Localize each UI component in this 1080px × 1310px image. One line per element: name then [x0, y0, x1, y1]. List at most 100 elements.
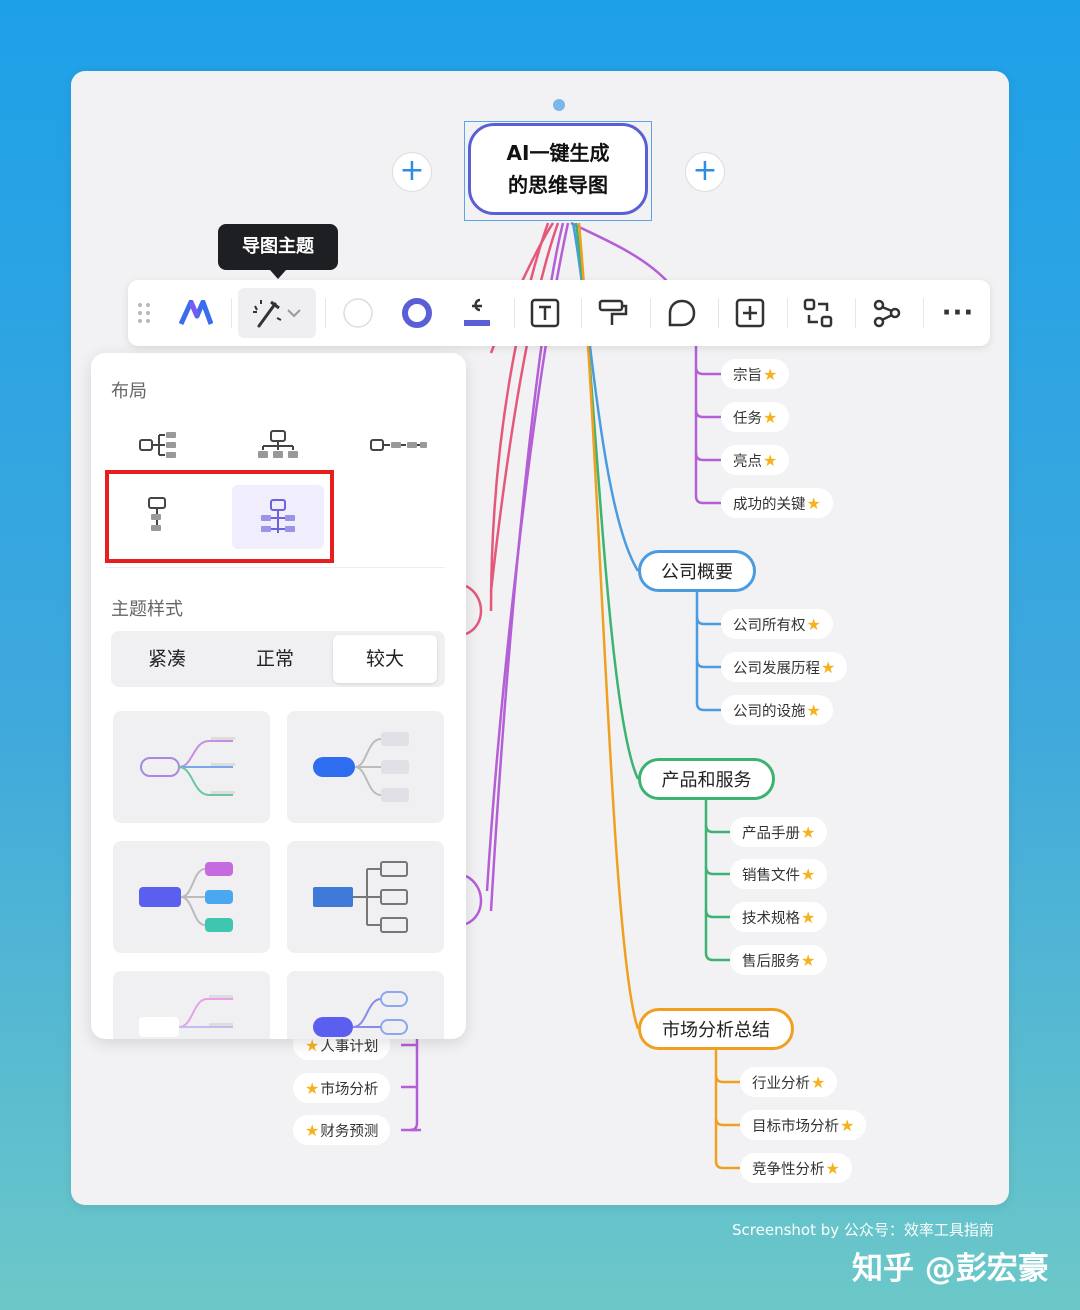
star-icon: ★	[763, 407, 778, 427]
highlight-box	[105, 470, 334, 563]
theme-button[interactable]	[238, 288, 316, 338]
line-style-icon	[464, 298, 490, 326]
ai-logo-icon[interactable]	[174, 280, 218, 346]
border-color-button[interactable]	[395, 280, 439, 346]
format-painter-button[interactable]	[591, 280, 635, 346]
rotate-handle[interactable]	[553, 99, 565, 111]
theme-thumb-1[interactable]	[113, 711, 270, 823]
layout-org-chart-icon[interactable]	[238, 423, 318, 467]
list-item[interactable]: 公司发展历程 ★	[721, 652, 848, 682]
paint-roller-icon	[598, 299, 628, 325]
leaf-label: 售后服务	[742, 953, 800, 970]
screenshot-credit: Screenshot by 公众号：效率工具指南	[732, 1221, 994, 1239]
star-icon: ★	[763, 364, 778, 384]
list-item[interactable]: 亮点 ★	[721, 445, 790, 475]
size-compact-button[interactable]: 紧凑	[115, 635, 219, 683]
root-node-line1: AI一键生成	[506, 141, 610, 165]
convert-button[interactable]	[796, 280, 840, 346]
connect-button[interactable]	[865, 280, 909, 346]
list-item[interactable]: 技术规格 ★	[730, 902, 828, 932]
leaf-label: 成功的关键	[733, 496, 806, 513]
list-item[interactable]: 公司所有权 ★	[721, 609, 833, 639]
list-item[interactable]: ★ 市场分析	[293, 1073, 391, 1103]
mindmap-canvas[interactable]: AI一键生成 的思维导图 + + 宗旨 ★ 任务 ★ 亮点 ★ 成功的关键 ★ 公司概要…	[71, 71, 1009, 1205]
list-item[interactable]: 成功的关键 ★	[721, 488, 833, 518]
leaf-label: 亮点	[733, 453, 762, 470]
theme-panel: 布局 主题样式 紧凑 正常 较大	[91, 353, 466, 1039]
zhihu-watermark: 知乎 @彭宏豪	[852, 1251, 1049, 1287]
circle-ring-icon	[402, 298, 432, 328]
swap-icon	[803, 298, 833, 328]
star-icon: ★	[811, 1072, 826, 1092]
add-node-button[interactable]	[728, 280, 772, 346]
leaf-label: 行业分析	[752, 1075, 810, 1092]
list-item[interactable]: 行业分析 ★	[740, 1067, 838, 1097]
star-icon: ★	[801, 864, 816, 884]
theme-thumb-2[interactable]	[287, 711, 444, 823]
shape-button[interactable]	[660, 280, 704, 346]
leaf-label: 竞争性分析	[752, 1161, 825, 1178]
size-segmented-control: 紧凑 正常 较大	[111, 631, 445, 687]
list-item[interactable]: ★ 财务预测	[293, 1115, 391, 1145]
star-icon: ★	[825, 1158, 840, 1178]
layout-timeline-icon[interactable]	[359, 423, 439, 467]
chevron-down-icon	[287, 309, 301, 318]
list-item[interactable]: 产品手册 ★	[730, 817, 828, 847]
leaf-label: 公司发展历程	[733, 660, 820, 677]
leaf-label: 技术规格	[742, 910, 800, 927]
star-icon: ★	[806, 614, 821, 634]
layout-section-title: 布局	[111, 381, 147, 402]
theme-thumb-3[interactable]	[113, 841, 270, 953]
leaf-label: 宗旨	[733, 367, 762, 384]
line-color-button[interactable]	[455, 280, 499, 346]
text-icon	[530, 298, 560, 328]
speech-bubble-icon	[668, 299, 696, 327]
list-item[interactable]: 销售文件 ★	[730, 859, 828, 889]
list-item[interactable]: 目标市场分析 ★	[740, 1110, 867, 1140]
theme-thumb-4[interactable]	[287, 841, 444, 953]
fill-color-button[interactable]	[336, 280, 380, 346]
list-item[interactable]: 任务 ★	[721, 402, 790, 432]
branch-node-company-overview[interactable]: 公司概要	[638, 550, 756, 592]
branch-node-products-services[interactable]: 产品和服务	[638, 758, 775, 800]
leaf-label: 财务预测	[320, 1123, 379, 1140]
list-item[interactable]: 公司的设施 ★	[721, 695, 833, 725]
star-icon: ★	[801, 822, 816, 842]
theme-tooltip: 导图主题	[218, 224, 338, 279]
star-icon: ★	[801, 907, 816, 927]
star-icon: ★	[801, 950, 816, 970]
list-item[interactable]: 竞争性分析 ★	[740, 1153, 852, 1183]
leaf-label: 任务	[733, 410, 762, 427]
text-button[interactable]	[523, 280, 567, 346]
plus-square-icon	[735, 298, 765, 328]
floating-toolbar: ···	[128, 280, 990, 346]
leaf-label: 目标市场分析	[752, 1118, 839, 1135]
leaf-label: 产品手册	[742, 825, 800, 842]
leaf-label: 公司所有权	[733, 617, 806, 634]
add-left-node-button[interactable]: +	[392, 152, 432, 192]
star-icon: ★	[821, 657, 836, 677]
root-node[interactable]: AI一键生成 的思维导图	[468, 123, 648, 215]
star-icon: ★	[806, 700, 821, 720]
theme-thumb-6[interactable]	[287, 971, 444, 1039]
style-section-title: 主题样式	[111, 599, 183, 620]
star-icon: ★	[806, 493, 821, 513]
drag-handle-icon[interactable]	[132, 280, 156, 346]
branch-node-market-summary[interactable]: 市场分析总结	[638, 1008, 794, 1050]
leaf-label: 市场分析	[320, 1081, 379, 1098]
layout-right-icon[interactable]	[119, 423, 199, 467]
connector-icon	[873, 299, 901, 328]
root-node-line2: 的思维导图	[508, 173, 608, 197]
star-icon: ★	[305, 1120, 320, 1140]
list-item[interactable]: 售后服务 ★	[730, 945, 828, 975]
leaf-label: 销售文件	[742, 867, 800, 884]
star-icon: ★	[305, 1078, 320, 1098]
size-normal-button[interactable]: 正常	[223, 635, 327, 683]
size-large-button[interactable]: 较大	[333, 635, 437, 683]
list-item[interactable]: 宗旨 ★	[721, 359, 790, 389]
add-right-node-button[interactable]: +	[685, 152, 725, 192]
theme-thumb-5[interactable]	[113, 971, 270, 1039]
more-options-icon[interactable]: ···	[933, 280, 983, 346]
star-icon: ★	[763, 450, 778, 470]
leaf-label: 公司的设施	[733, 703, 806, 720]
